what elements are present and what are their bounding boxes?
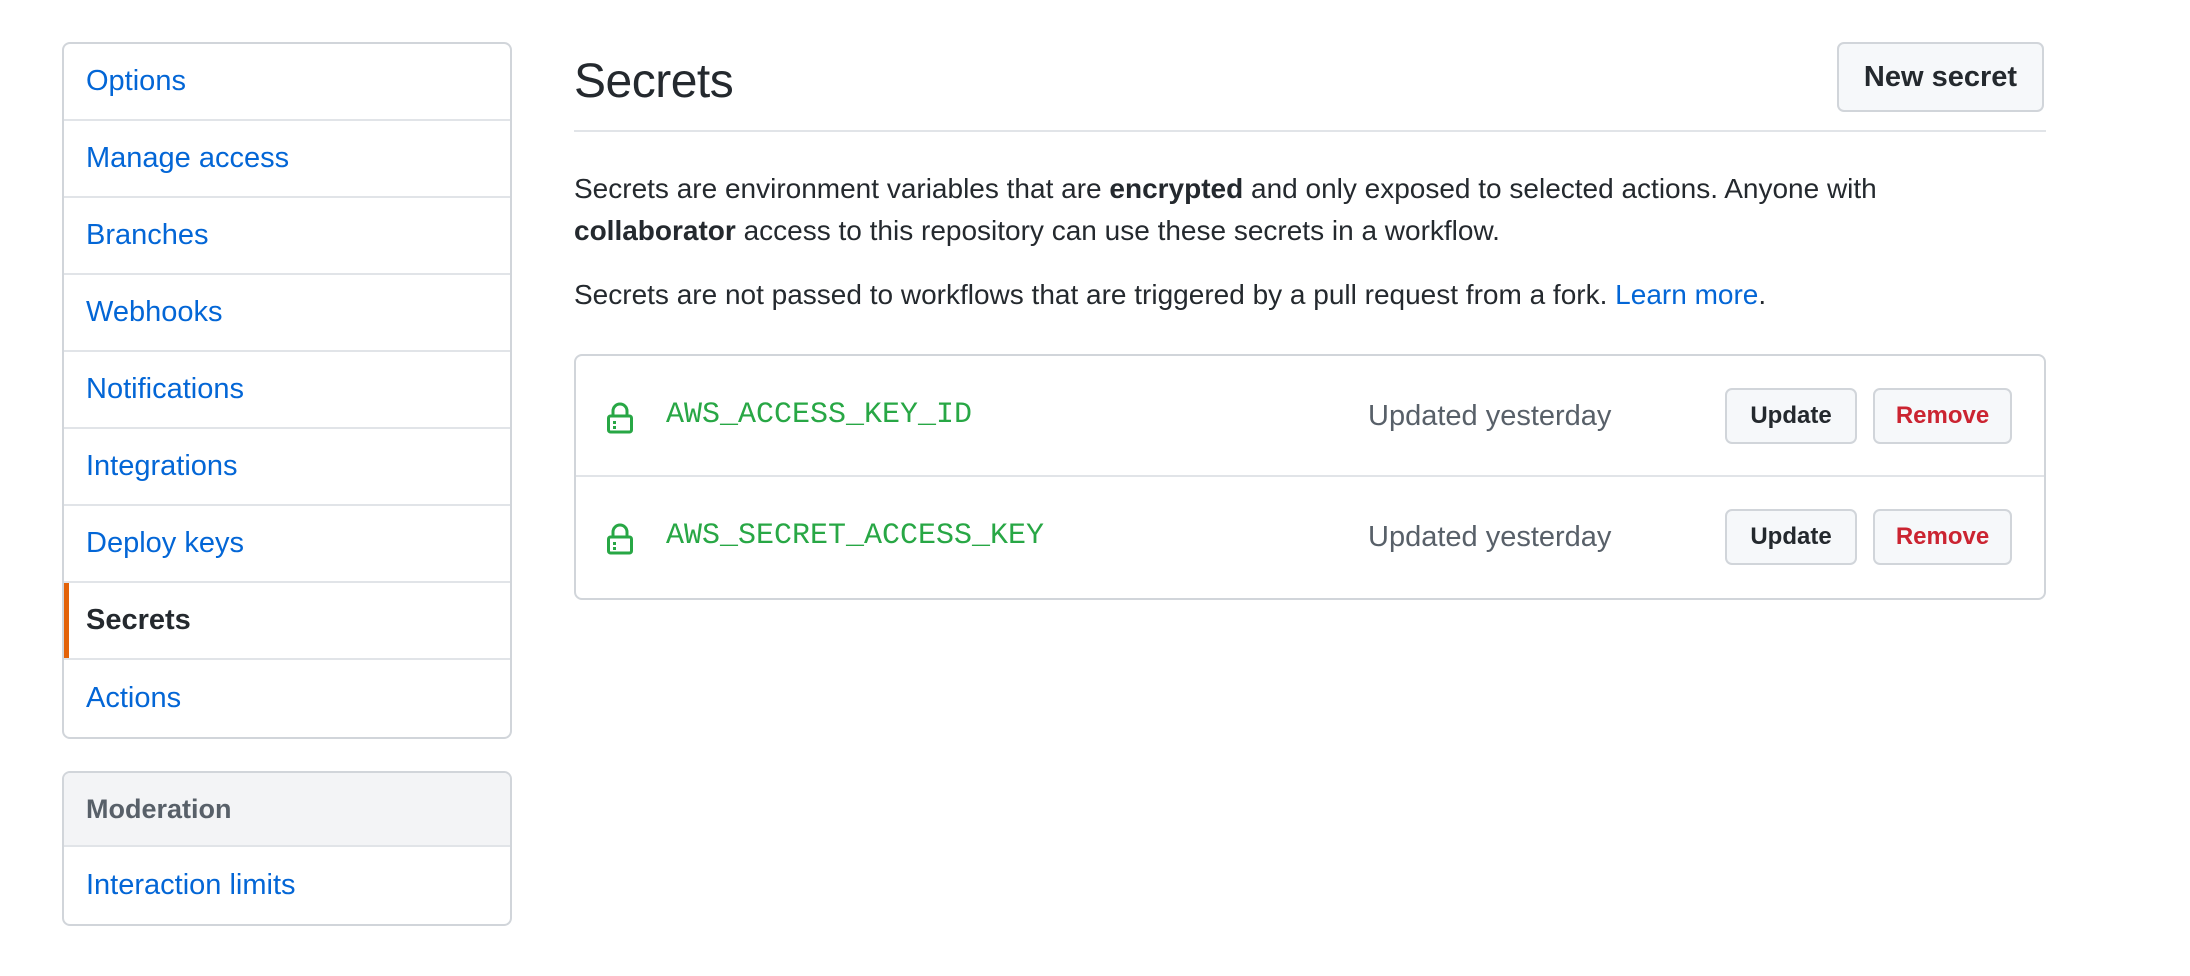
settings-menu: Options Manage access Branches Webhooks …	[62, 42, 512, 739]
secret-name: AWS_SECRET_ACCESS_KEY	[666, 519, 1045, 553]
sidebar-item-integrations[interactable]: Integrations	[64, 429, 510, 506]
settings-sidebar: Options Manage access Branches Webhooks …	[62, 42, 512, 926]
remove-secret-button[interactable]: Remove	[1873, 509, 2012, 565]
page-title: Secrets	[574, 55, 734, 108]
sidebar-item-interaction-limits[interactable]: Interaction limits	[64, 847, 510, 924]
secrets-header: Secrets New secret	[574, 42, 2046, 132]
lock-icon	[607, 402, 633, 434]
fork-note-text: Secrets are not passed to workflows that…	[574, 279, 1616, 310]
description-text-2: and only exposed to selected actions. An…	[1243, 173, 1877, 204]
new-secret-button[interactable]: New secret	[1837, 42, 2044, 112]
secret-updated: Updated yesterday	[1368, 521, 1612, 553]
sidebar-item-notifications[interactable]: Notifications	[64, 352, 510, 429]
sidebar-item-branches[interactable]: Branches	[64, 198, 510, 275]
moderation-heading: Moderation	[64, 773, 510, 847]
secret-updated: Updated yesterday	[1368, 400, 1612, 432]
sidebar-item-options[interactable]: Options	[64, 44, 510, 121]
sidebar-item-manage-access[interactable]: Manage access	[64, 121, 510, 198]
description-text-1: Secrets are environment variables that a…	[574, 173, 1110, 204]
secret-row: AWS_ACCESS_KEY_ID Updated yesterday Upda…	[576, 356, 2044, 477]
settings-page: Options Manage access Branches Webhooks …	[0, 0, 2190, 976]
description-bold-encrypted: encrypted	[1109, 173, 1244, 204]
moderation-menu: Moderation Interaction limits	[62, 771, 512, 926]
update-secret-button[interactable]: Update	[1725, 509, 1857, 565]
description-bold-collaborator: collaborator	[574, 215, 736, 246]
secret-name: AWS_ACCESS_KEY_ID	[666, 398, 973, 432]
fork-note: Secrets are not passed to workflows that…	[574, 274, 2046, 316]
secret-row: AWS_SECRET_ACCESS_KEY Updated yesterday …	[576, 477, 2044, 598]
sidebar-item-actions[interactable]: Actions	[64, 660, 510, 737]
lock-icon	[607, 523, 633, 555]
secrets-description: Secrets are environment variables that a…	[574, 168, 2046, 252]
fork-note-suffix: .	[1758, 279, 1767, 310]
sidebar-item-secrets[interactable]: Secrets	[64, 583, 510, 660]
sidebar-item-deploy-keys[interactable]: Deploy keys	[64, 506, 510, 583]
secrets-main: Secrets New secret Secrets are environme…	[574, 42, 2046, 600]
sidebar-item-webhooks[interactable]: Webhooks	[64, 275, 510, 352]
description-text-3: access to this repository can use these …	[735, 215, 1500, 246]
learn-more-link[interactable]: Learn more	[1615, 279, 1758, 310]
secrets-list: AWS_ACCESS_KEY_ID Updated yesterday Upda…	[574, 354, 2046, 600]
remove-secret-button[interactable]: Remove	[1873, 388, 2012, 444]
update-secret-button[interactable]: Update	[1725, 388, 1857, 444]
